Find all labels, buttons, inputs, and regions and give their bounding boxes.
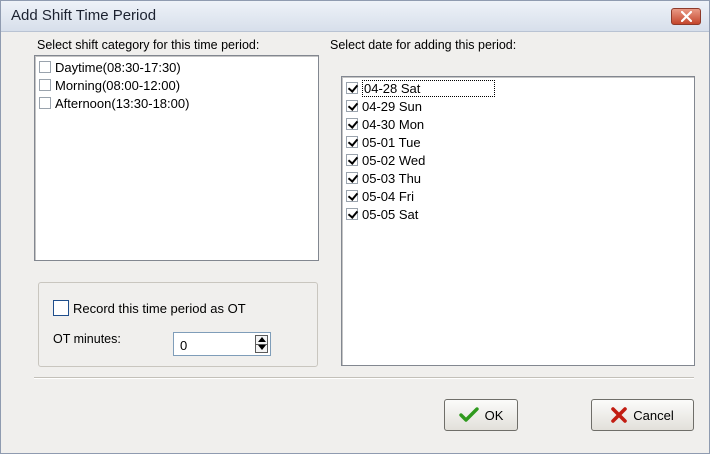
cancel-button[interactable]: Cancel — [591, 399, 694, 431]
shift-category-list[interactable]: Daytime(08:30-17:30) Morning(08:00-12:00)… — [34, 55, 319, 261]
list-item-label: 05-03 Thu — [362, 170, 422, 186]
list-item-checkbox[interactable] — [346, 100, 358, 112]
list-item-checkbox[interactable] — [346, 172, 358, 184]
list-item[interactable]: Morning(08:00-12:00) — [39, 76, 180, 94]
list-item[interactable]: Afternoon(13:30-18:00) — [39, 94, 189, 112]
list-item-label: 05-04 Fri — [362, 188, 415, 204]
list-item-label: 04-30 Mon — [362, 116, 425, 132]
list-item-label: 04-28 Sat — [362, 79, 496, 97]
list-item[interactable]: 04-30 Mon — [346, 115, 424, 133]
list-item-checkbox[interactable] — [346, 190, 358, 202]
spin-down-button[interactable] — [256, 344, 267, 352]
list-item[interactable]: 05-04 Fri — [346, 187, 414, 205]
list-item-label: Morning(08:00-12:00) — [55, 77, 181, 93]
ok-label: OK — [484, 407, 504, 423]
dialog-window: Add Shift Time Period Select shift categ… — [0, 0, 710, 454]
separator — [34, 377, 694, 379]
ot-checkbox[interactable]: Record this time period as OT — [53, 300, 246, 316]
shift-category-heading: Select shift category for this time peri… — [37, 38, 260, 52]
list-item-label: 05-05 Sat — [362, 206, 419, 222]
ot-checkbox-label: Record this time period as OT — [73, 300, 246, 316]
title-bar[interactable]: Add Shift Time Period — [1, 1, 709, 32]
list-item-label: 05-02 Wed — [362, 152, 426, 168]
list-item[interactable]: 04-29 Sun — [346, 97, 422, 115]
list-item[interactable]: 05-05 Sat — [346, 205, 418, 223]
close-icon — [681, 11, 692, 22]
window-title: Add Shift Time Period — [11, 7, 157, 24]
list-item[interactable]: 04-28 Sat — [346, 79, 496, 97]
list-item-label: Daytime(08:30-17:30) — [55, 59, 181, 75]
ot-minutes-label: OT minutes: — [53, 332, 121, 346]
date-list[interactable]: 04-28 Sat 04-29 Sun 04-30 Mon 05-01 Tue 05-0… — [341, 76, 695, 366]
list-item-checkbox[interactable] — [346, 154, 358, 166]
cancel-label: Cancel — [633, 407, 674, 423]
close-button[interactable] — [671, 8, 701, 25]
list-item-checkbox[interactable] — [346, 82, 358, 94]
spin-buttons — [255, 335, 268, 353]
list-item-checkbox[interactable] — [39, 61, 51, 73]
date-selection-heading: Select date for adding this period: — [330, 38, 517, 52]
list-item-label: 04-29 Sun — [362, 98, 422, 114]
list-item[interactable]: Daytime(08:30-17:30) — [39, 58, 181, 76]
ot-checkbox-box[interactable] — [53, 300, 69, 316]
list-item-checkbox[interactable] — [346, 208, 358, 220]
ok-button[interactable]: OK — [444, 399, 518, 431]
list-item-checkbox[interactable] — [39, 97, 51, 109]
ot-group: Record this time period as OT OT minutes… — [38, 282, 318, 367]
list-item-label: 05-01 Tue — [362, 134, 421, 150]
list-item[interactable]: 05-01 Tue — [346, 133, 421, 151]
checkmark-icon — [458, 407, 479, 422]
list-item-checkbox[interactable] — [39, 79, 51, 91]
list-item-label: Afternoon(13:30-18:00) — [55, 95, 190, 111]
list-item-checkbox[interactable] — [346, 118, 358, 130]
list-item[interactable]: 05-02 Wed — [346, 151, 425, 169]
list-item-checkbox[interactable] — [346, 136, 358, 148]
ot-minutes-stepper[interactable] — [173, 332, 271, 356]
ot-minutes-input[interactable] — [174, 333, 244, 355]
x-mark-icon — [611, 407, 628, 423]
list-item[interactable]: 05-03 Thu — [346, 169, 421, 187]
